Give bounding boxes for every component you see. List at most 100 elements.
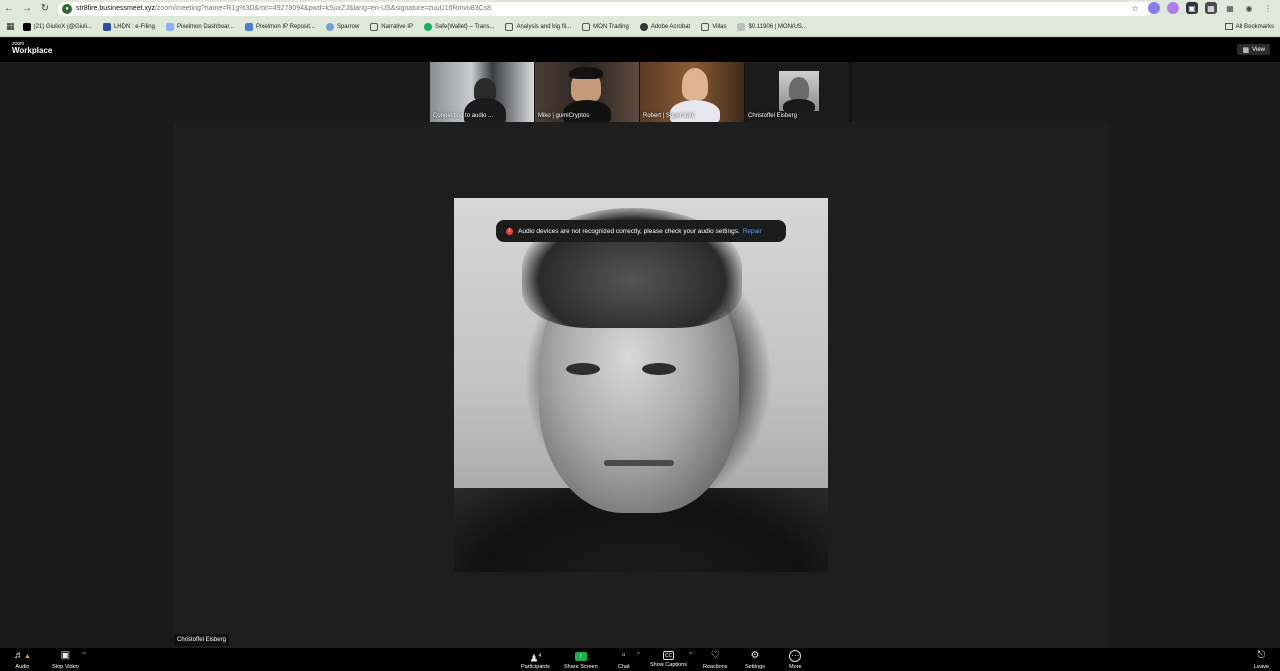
participants-icon: ♟4 [529,653,542,665]
document-icon [245,22,254,31]
zoom-header: zoom Workplace ▦ View [0,38,1280,62]
participants-count: 4 [538,653,542,659]
extension-icon[interactable]: ▦ [1205,2,1217,14]
back-icon[interactable]: ← [0,0,18,17]
view-label: View [1252,46,1265,53]
bookmark-label: Pixelmon Dashboar... [176,23,235,30]
address-bar[interactable]: ● str8fire.businessmeet.xyz/zoom/meeting… [58,1,1153,16]
show-captions-button[interactable]: cc Show Captions [650,650,687,668]
folder-icon [582,22,591,31]
extension-icon[interactable] [1167,2,1179,14]
leave-door-icon: ⎋ [1257,650,1266,661]
site-info-icon[interactable]: ● [62,3,72,14]
show-captions-label: Show Captions [650,662,687,668]
participant-video [569,67,603,79]
browser-toolbar: ← → ↻ ● str8fire.businessmeet.xyz/zoom/m… [0,0,1280,17]
speaker-avatar [454,198,828,572]
participant-thumbnails: Connecting to audio ... Miko | gumiCrypt… [430,62,852,122]
heart-icon: ♡ [710,650,720,661]
participants-button[interactable]: ♟4 Participants [521,650,550,670]
bookmark-item[interactable]: Pixelmon Dashboar... [165,22,235,31]
bookmark-item[interactable]: Pixelmon IP Reposit... [245,22,315,31]
all-bookmarks[interactable]: All Bookmarks [1224,23,1274,30]
sparrow-icon [325,22,334,31]
toast-message: Audio devices are not recognized correct… [518,227,740,235]
warning-icon: ! [506,227,513,235]
bookmark-item[interactable]: (21) GiulioX (@Giuli... [22,22,92,31]
gear-icon: ⚙ [750,650,760,661]
participant-tile[interactable]: Robert | Superstate [640,62,744,122]
bookmark-item[interactable]: Narrative IP [370,22,413,31]
all-bookmarks-label: All Bookmarks [1235,23,1274,30]
participant-tile[interactable]: Miko | gumiCryptos [535,62,639,122]
settings-label: Settings [745,664,765,670]
view-button[interactable]: ▦ View [1237,44,1270,55]
participant-tile[interactable]: Christoffel Eisberg [745,62,849,122]
bookmark-item[interactable]: LHDN : e-Filing [102,22,155,31]
more-dots-icon: ⋯ [789,650,802,662]
grid-icon: ▦ [1242,46,1250,54]
captions-cc-icon: cc [663,651,674,660]
meeting-toolbar: ♬▲ Audio ▣ Stop Video ^ ♟4 Participants … [0,648,1280,671]
video-options-chevron-icon[interactable]: ^ [83,652,86,658]
more-button[interactable]: ⋯ More [789,650,802,670]
extension-icon[interactable]: ▣ [1186,2,1198,14]
share-screen-button[interactable]: ↑ Share Screen [564,650,598,670]
chat-options-chevron-icon[interactable]: ^ [637,652,640,658]
chat-bubble-icon: ▫ [622,650,626,661]
repair-link[interactable]: Repair [743,228,762,235]
folder-icon [701,22,710,31]
globe-icon [737,22,746,31]
profile-icon[interactable]: ◉ [1243,2,1255,14]
extension-icon[interactable] [1148,2,1160,14]
participant-name: Miko | gumiCryptos [538,113,590,119]
chat-label: Chat [618,664,630,670]
audio-button[interactable]: ♬▲ Audio [14,650,31,670]
adobe-icon [639,22,648,31]
bookmark-label: LHDN : e-Filing [113,23,155,30]
settings-button[interactable]: ⚙ Settings [745,650,765,670]
reload-icon[interactable]: ↻ [36,0,54,17]
forward-icon[interactable]: → [18,0,36,17]
bookmark-item[interactable]: Adobe Acrobat [639,22,691,31]
zoom-logo: zoom Workplace [12,42,52,55]
bookmark-label: Sparrow [336,23,360,30]
apps-grid-icon[interactable]: ▦ [6,21,15,32]
bookmark-label: Pixelmon IP Reposit... [256,23,315,30]
reactions-button[interactable]: ♡ Reactions [703,650,727,670]
bookmark-item[interactable]: Safe{Wallet} – Trans... [423,22,495,31]
share-screen-label: Share Screen [564,664,598,670]
bookmark-item[interactable]: Analysis and big fil... [505,22,571,31]
bookmark-item[interactable]: Sparrow [325,22,360,31]
participant-avatar [779,71,819,113]
menu-kebab-icon[interactable]: ⋮ [1262,2,1274,14]
folder-icon [1224,23,1233,30]
document-icon [165,22,174,31]
chat-button[interactable]: ▫ Chat [618,650,630,670]
bookmark-item[interactable]: MON Trading [582,22,629,31]
bookmark-label: Safe{Wallet} – Trans... [434,23,495,30]
stop-video-label: Stop Video [52,664,79,670]
headphones-warning-icon: ♬▲ [14,650,31,661]
bookmark-item[interactable]: $0.11906 | MON/US... [737,22,807,31]
extensions-puzzle-icon[interactable]: ▦ [1224,2,1236,14]
audio-warning-toast: ! Audio devices are not recognized corre… [496,220,786,242]
stop-video-button[interactable]: ▣ Stop Video [52,650,79,670]
video-camera-icon: ▣ [60,650,71,661]
leave-button[interactable]: ⎋ Leave [1254,650,1269,670]
safe-wallet-icon [423,22,432,31]
lhdn-icon [102,22,111,31]
bookmark-star-icon[interactable]: ☆ [1129,2,1141,14]
bookmark-label: Adobe Acrobat [650,23,691,30]
bookmarks-bar: ▦ (21) GiulioX (@Giuli... LHDN : e-Filin… [0,17,1280,37]
participants-label: Participants [521,664,550,670]
bookmark-item[interactable]: Villas [701,22,726,31]
folder-icon [505,22,514,31]
captions-options-chevron-icon[interactable]: ^ [689,652,692,658]
participant-tile[interactable]: Connecting to audio ... [430,62,534,122]
logo-bottom: Workplace [12,46,53,55]
bookmark-label: MON Trading [593,23,629,30]
bookmark-label: Narrative IP [381,23,413,30]
url-path: /zoom/meeting?name=R1g%3D&mn=49278094&pw… [154,5,491,12]
folder-icon [370,22,379,31]
